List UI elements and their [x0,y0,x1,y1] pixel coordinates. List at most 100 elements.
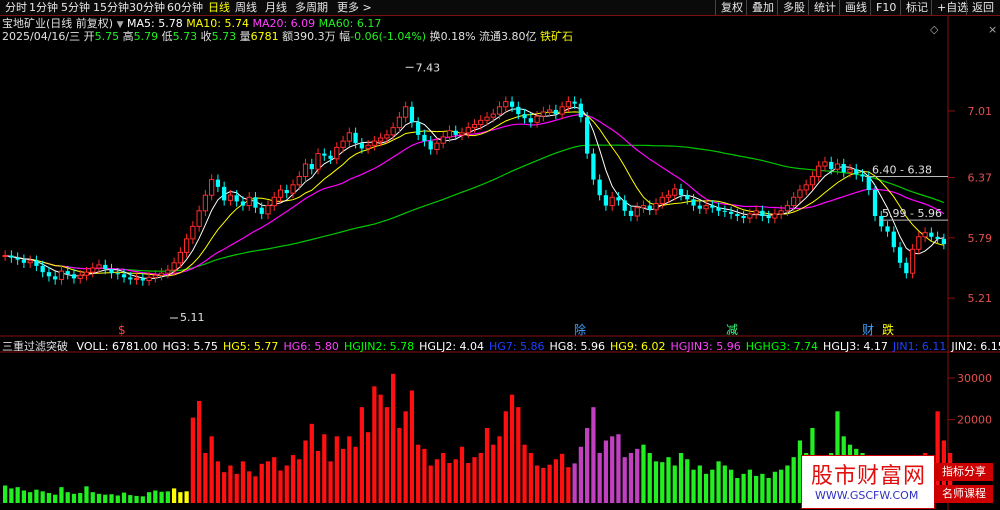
volume-bar [90,492,95,503]
event-marker-1[interactable]: 除 [574,322,586,337]
candle-body [416,122,421,135]
volume-bar [491,444,496,503]
candle-body [83,271,90,276]
period-tab-9[interactable]: 多周期 [295,0,328,15]
volume-bar [46,493,52,503]
event-marker-0[interactable]: $ [118,323,126,337]
candle-body [140,278,145,281]
candle-body [585,117,590,154]
volume-bar [666,457,671,503]
volume-bar [559,453,565,503]
volume-bar [772,471,778,503]
toolbar-button-1[interactable]: 叠加 [746,0,779,15]
close-icon[interactable]: × [988,23,997,36]
volume-bar [691,469,696,503]
amount-value: 额390.3万 [282,30,336,43]
volume-bar [541,468,546,503]
indicator-value-10: HGHG3: 7.74 [745,340,819,353]
period-tab-7[interactable]: 周线 [235,0,257,15]
volume-value: 6781 [250,30,279,43]
close-value: 5.73 [211,30,237,43]
candle-body [222,186,227,201]
toolbar-button-4[interactable]: 画线 [839,0,872,15]
event-marker-2[interactable]: 减 [726,323,738,337]
volume-bar [397,428,402,503]
candle-body [2,255,8,258]
watermark-tag-courses: 名师课程 [935,485,993,503]
candle-body [722,210,727,212]
industry-value: 铁矿石 [540,30,574,43]
volume-bar [171,488,177,503]
volume-bar [247,471,252,503]
candle-body [640,205,647,209]
toolbar-button-8[interactable]: 返回 [966,0,999,15]
candle-body [259,207,264,214]
candle-body [396,116,403,129]
watermark-url: WWW.GSCFW.COM [815,489,919,502]
event-marker-4[interactable]: 跌 [882,322,894,337]
period-tab-6[interactable]: 日线 [208,0,230,15]
candle-body [860,174,865,177]
candle-body [916,236,922,250]
indicator-value-4: HGJIN2: 5.78 [343,340,415,353]
volume-bar [78,493,83,503]
candle-body [384,134,390,139]
volume-bar [28,492,33,503]
period-tab-3[interactable]: 15分钟 [93,0,129,15]
settings-icon[interactable]: ▼ [117,20,124,30]
candle-body [453,130,458,135]
candle-body [459,132,465,136]
volume-bar [653,461,659,503]
volume-bar [578,446,584,503]
volume-bar [128,495,133,503]
watermark-title: 股市财富网 [811,464,927,489]
indicator-value-12: JIN1: 6.11 [892,340,947,353]
candle-body [597,179,602,196]
volume-bar [516,407,521,503]
toolbar-button-5[interactable]: F10 [870,0,901,15]
close-label: 收 [200,30,212,43]
period-tab-1[interactable]: 1分钟 [29,0,58,15]
candle-body [446,130,453,138]
volume-bar [353,446,358,503]
candle-body [315,153,321,170]
change-label: 幅 [339,30,351,43]
toolbar-button-6[interactable]: 标记 [900,0,933,15]
volume-bar [585,428,590,503]
candle-body [697,205,702,209]
period-tab-4[interactable]: 30分钟 [129,0,165,15]
candle-body [103,264,108,270]
volume-bar [259,463,264,503]
toolbar-button-2[interactable]: 多股 [777,0,810,15]
volume-bar [447,463,452,503]
candle-body [152,274,158,278]
ma10-value: MA10: 5.74 [186,17,249,30]
event-marker-3[interactable]: 财 [862,323,874,337]
volume-bar [146,492,152,503]
candle-body [133,277,140,280]
candle-body [265,205,271,215]
candle-body [609,196,615,207]
candle-body [290,184,296,194]
volume-bar [40,491,45,503]
volume-bar [441,453,446,503]
volume-bar [372,386,377,503]
period-tab-2[interactable]: 5分钟 [61,0,90,15]
candle-body [115,273,120,275]
change-value: -0.06(-1.04%) [350,30,427,43]
indicator-value-9: HGJIN3: 5.96 [670,340,741,353]
period-tab-0[interactable]: 分时 [5,0,27,15]
period-tab-8[interactable]: 月线 [265,0,287,15]
period-tab-5[interactable]: 60分钟 [167,0,203,15]
volume-bar [53,494,58,503]
kline-chart[interactable]: 7.01 6.37 5.79 5.21 30000 20000 7.43 5.11 6.40 -… [0,16,1000,510]
volume-bar [753,475,759,503]
volume-bar [240,461,246,503]
diamond-icon[interactable]: ◇ [930,23,939,36]
candle-body [753,210,759,215]
candle-body [478,119,484,125]
toolbar-button-0[interactable]: 复权 [715,0,748,15]
period-tab-10[interactable]: 更多 > [337,0,372,15]
toolbar-button-3[interactable]: 统计 [808,0,841,15]
price-tick-label: 5.21 [968,292,993,305]
